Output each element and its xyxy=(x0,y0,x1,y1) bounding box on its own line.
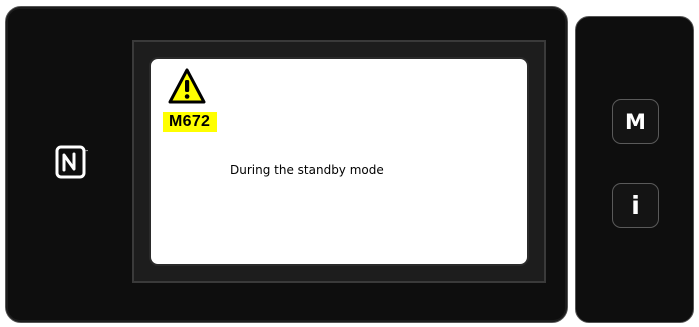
warning-triangle-icon xyxy=(168,68,206,104)
nfc-logo-icon: ™ xyxy=(55,145,89,179)
info-button[interactable]: i xyxy=(612,183,659,228)
main-panel: ™ M672 During the standby mode xyxy=(5,6,568,323)
svg-text:™: ™ xyxy=(85,149,89,154)
side-panel: M i xyxy=(575,16,694,323)
error-code-badge: M672 xyxy=(163,112,218,132)
mode-button[interactable]: M xyxy=(612,99,659,144)
status-message: During the standby mode xyxy=(230,163,384,177)
display-screen: M672 During the standby mode xyxy=(149,57,529,266)
